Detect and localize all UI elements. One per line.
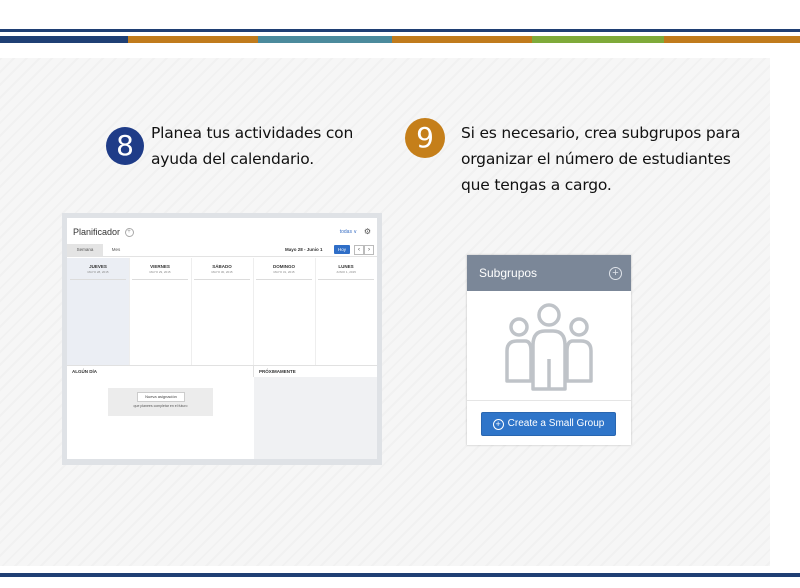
step-8-line-2: ayuda del calendario. [151,150,315,168]
subgroups-header: Subgrupos + [467,255,631,291]
color-bar-segment [0,36,128,43]
day-divider [256,279,312,280]
bottom-line [0,573,800,577]
people-group-icon [505,303,593,391]
step-8-line-1: Planea tus actividades con [151,124,354,142]
next-week-icon[interactable]: › [364,245,374,255]
day-date: JUNIO 1, 2015 [336,270,356,274]
day-name: LUNES [338,264,354,269]
color-bar-segment [532,36,664,43]
planner-screenshot: Planificador + todas ∨ ⚙ Semana Mes Mayo… [62,213,382,465]
color-bar-segment [258,36,392,43]
day-date: MAYO 30, 2015 [211,270,233,274]
step-9-badge: 9 [405,118,445,158]
filter-dropdown[interactable]: todas ∨ [340,229,357,235]
planner-title-text: Planificador [73,227,121,237]
step-8-text: Planea tus actividades con ayuda del cal… [151,120,353,172]
color-bar [0,36,800,43]
day-divider [132,279,188,280]
day-name: JUEVES [89,264,107,269]
top-line [0,29,800,32]
tab-month[interactable]: Mes [103,244,129,256]
day-divider [70,279,126,280]
day-divider [318,279,374,280]
day-date: MAYO 29, 2015 [149,270,171,274]
color-bar-segment [392,36,532,43]
color-bar-segment [128,36,258,43]
create-small-group-label: Create a Small Group [507,418,605,429]
day-column[interactable]: VIERNES MAYO 29, 2015 [129,258,192,365]
prev-week-icon[interactable]: ‹ [354,245,364,255]
day-column[interactable]: DOMINGO MAYO 31, 2015 [253,258,316,365]
day-date: MAYO 31, 2015 [273,270,295,274]
subgroups-title: Subgrupos [479,266,538,280]
add-icon[interactable]: + [124,228,134,238]
empty-state-text: que planees completar en el futuro [133,404,188,408]
subgroups-card: Subgrupos + + Create a Small Group [467,255,631,445]
day-name: SÁBADO [212,264,232,269]
card-divider [467,400,631,401]
upcoming-section [254,377,377,459]
day-name: DOMINGO [273,264,295,269]
view-tabs: Semana Mes [67,244,377,257]
date-range: Mayo 28 - Junio 1 [285,247,323,252]
day-divider [194,279,250,280]
step-9-text: Si es necesario, crea subgrupos para org… [461,120,740,198]
planner-window: Planificador + todas ∨ ⚙ Semana Mes Mayo… [67,218,377,459]
new-assignment-button[interactable]: Nueva asignación [137,392,185,402]
day-column[interactable]: LUNES JUNIO 1, 2015 [315,258,377,365]
plus-circle-icon: + [492,419,504,430]
day-column[interactable]: SÁBADO MAYO 30, 2015 [191,258,254,365]
step-9-line-1: Si es necesario, crea subgrupos para [461,124,741,142]
color-bar-segment [664,36,800,43]
empty-state: Nueva asignación que planees completar e… [108,388,213,416]
day-name: VIERNES [150,264,170,269]
step-8-badge: 8 [106,127,144,165]
gear-icon[interactable]: ⚙ [364,227,371,236]
tab-week[interactable]: Semana [67,244,103,256]
day-date: MAYO 28, 2015 [87,270,109,274]
add-subgroup-icon[interactable]: + [609,267,622,280]
someday-header: ALGÚN DÍA [67,365,254,377]
planner-title: Planificador + [73,227,134,238]
today-button[interactable]: Hoy [334,245,350,254]
step-9-line-3: que tengas a cargo. [461,176,612,194]
step-9-line-2: organizar el número de estudiantes [461,150,731,168]
create-small-group-button[interactable]: + Create a Small Group [481,412,616,436]
upcoming-header: PRÓXIMAMENTE [254,365,377,377]
day-column[interactable]: JUEVES MAYO 28, 2015 [67,258,130,365]
